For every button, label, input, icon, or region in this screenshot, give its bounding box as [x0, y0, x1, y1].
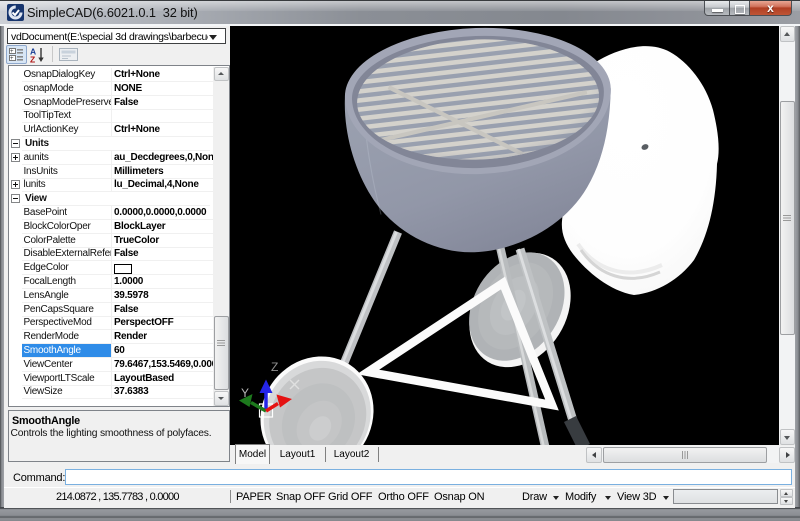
svg-text:Z: Z — [271, 360, 278, 374]
svg-text:Y: Y — [241, 386, 249, 400]
svg-text:+: + — [10, 56, 14, 61]
svg-text:Z: Z — [30, 55, 35, 64]
svg-text:+: + — [10, 49, 14, 55]
